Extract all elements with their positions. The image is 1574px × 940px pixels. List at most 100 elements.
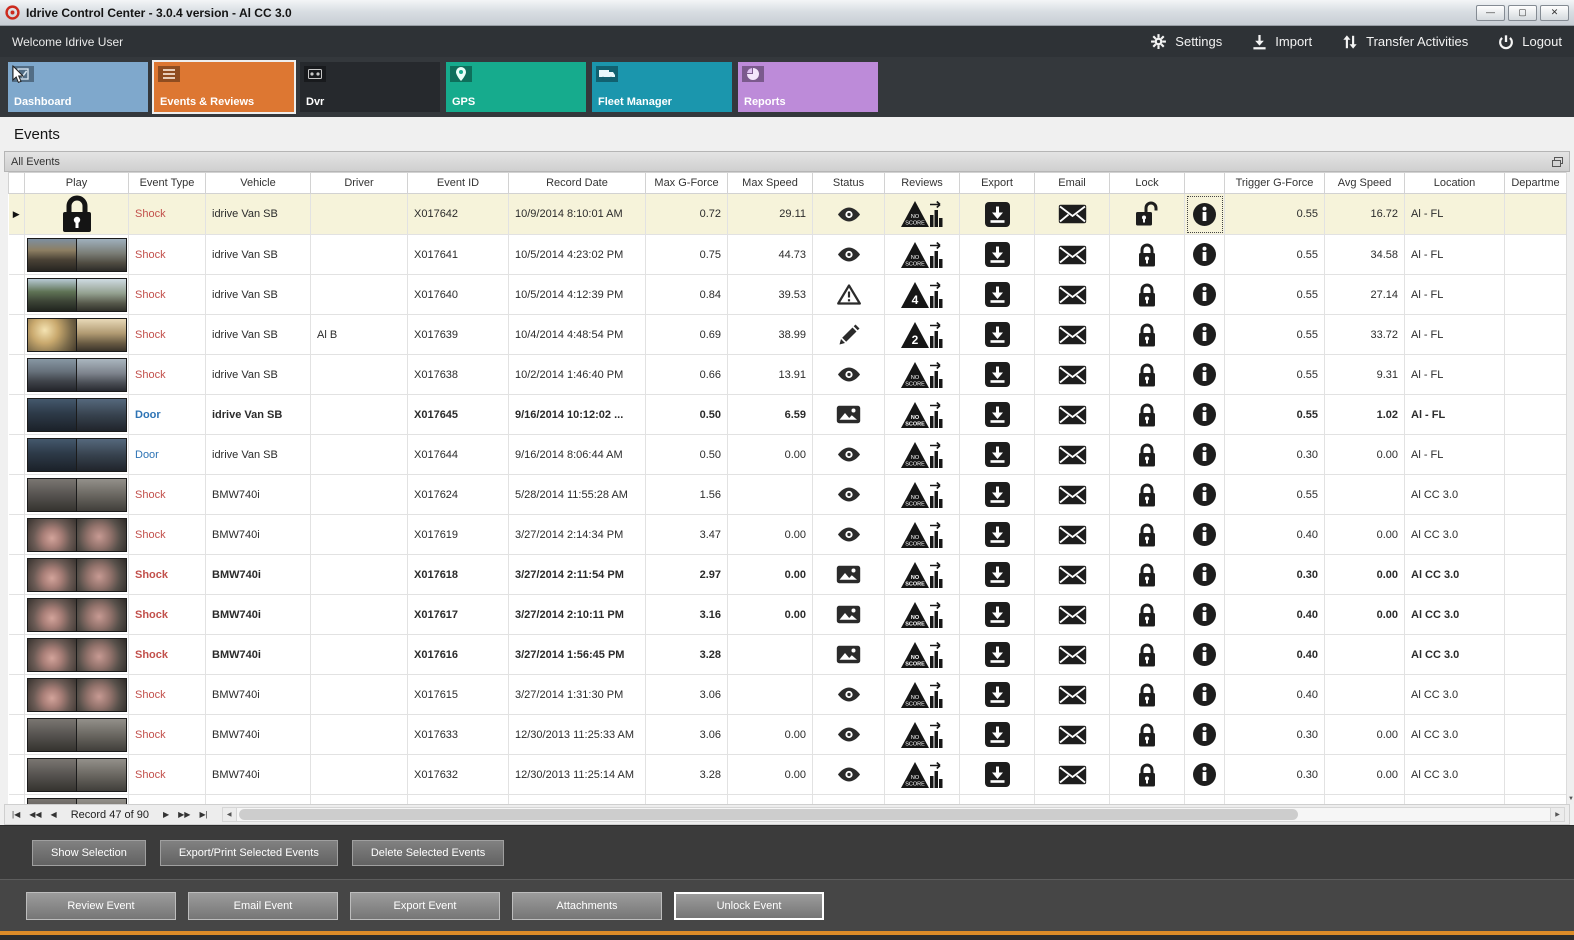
event-row[interactable]: Shock BMW740i X017616 3/27/2014 1:56:45 PM 3… [8, 634, 1567, 675]
reviews-cell[interactable]: NO SCORE [884, 394, 960, 435]
review-score-icon[interactable]: 4 [900, 280, 944, 310]
reviews-cell[interactable]: NO SCORE [884, 234, 960, 275]
image-icon[interactable] [836, 405, 861, 424]
play-cell[interactable] [24, 514, 129, 555]
reviews-cell[interactable]: NO SCORE [884, 354, 960, 395]
nav-tile-gps[interactable]: GPS [446, 62, 586, 112]
review-score-icon[interactable]: NO SCORE [900, 480, 944, 510]
column-header-event-id[interactable]: Event ID [407, 172, 509, 194]
reviews-cell[interactable]: NO SCORE [884, 754, 960, 795]
email-icon[interactable] [1058, 405, 1087, 425]
info-icon[interactable] [1192, 202, 1217, 227]
event-row[interactable]: Shock idrive Van SB X017640 10/5/2014 4:12:… [8, 274, 1567, 315]
email-icon[interactable] [1058, 605, 1087, 625]
email-icon[interactable] [1058, 565, 1087, 585]
image-icon[interactable] [836, 565, 861, 584]
transfer-button[interactable]: Transfer Activities [1342, 33, 1468, 50]
reviews-cell[interactable]: 2 [884, 314, 960, 355]
status-cell[interactable] [812, 474, 885, 515]
column-header-lock[interactable]: Lock [1109, 172, 1185, 194]
event-thumbnail[interactable] [26, 517, 127, 552]
lock-cell[interactable] [1109, 193, 1185, 235]
close-button[interactable]: ✕ [1540, 4, 1569, 21]
email-cell[interactable] [1034, 394, 1110, 435]
eye-icon[interactable] [837, 207, 861, 222]
review-score-icon[interactable]: NO SCORE [900, 360, 944, 390]
play-cell[interactable] [24, 193, 129, 235]
email-cell[interactable] [1034, 634, 1110, 675]
attachments-button[interactable]: Attachments [512, 891, 662, 920]
lock-cell[interactable] [1109, 314, 1185, 355]
show-selection-button[interactable]: Show Selection [32, 839, 146, 866]
export-icon[interactable] [984, 681, 1011, 708]
info-icon[interactable] [1192, 722, 1217, 747]
lock-cell[interactable] [1109, 674, 1185, 715]
lock-cell[interactable] [1109, 354, 1185, 395]
review-score-icon[interactable]: NO SCORE [900, 680, 944, 710]
status-cell[interactable] [812, 514, 885, 555]
lock-cell[interactable] [1109, 754, 1185, 795]
export-icon[interactable] [984, 401, 1011, 428]
lock-icon[interactable] [1137, 562, 1157, 588]
maximize-button[interactable]: ▢ [1508, 4, 1537, 21]
scrollbar-thumb[interactable] [238, 809, 1299, 820]
export-icon[interactable] [984, 641, 1011, 668]
info-cell[interactable] [1184, 674, 1225, 715]
eye-icon[interactable] [837, 767, 861, 782]
export-cell[interactable] [959, 234, 1035, 275]
column-header-max-speed[interactable]: Max Speed [727, 172, 813, 194]
export-icon[interactable] [984, 521, 1011, 548]
prev-page-button[interactable]: ◀◀ [26, 809, 44, 820]
lock-cell[interactable] [1109, 794, 1185, 804]
email-cell[interactable] [1034, 193, 1110, 235]
play-cell[interactable] [24, 274, 129, 315]
review-score-icon[interactable]: NO SCORE [900, 199, 944, 229]
event-row[interactable]: Shock BMW740i X017624 5/28/2014 11:55:28 AM… [8, 474, 1567, 515]
info-cell[interactable] [1184, 193, 1225, 235]
event-thumbnail[interactable] [26, 397, 127, 432]
next-record-button[interactable]: ▶ [160, 809, 172, 820]
email-cell[interactable] [1034, 554, 1110, 595]
export-icon[interactable] [984, 441, 1011, 468]
column-header-event-type[interactable]: Event Type [128, 172, 206, 194]
email-cell[interactable] [1034, 434, 1110, 475]
email-icon[interactable] [1058, 365, 1087, 385]
nav-tile-dashboard[interactable]: Dashboard [8, 62, 148, 112]
email-cell[interactable] [1034, 674, 1110, 715]
status-cell[interactable] [812, 314, 885, 355]
export-cell[interactable] [959, 794, 1035, 804]
reviews-cell[interactable]: NO SCORE [884, 594, 960, 635]
nav-tile-reports[interactable]: Reports [738, 62, 878, 112]
export-cell[interactable] [959, 474, 1035, 515]
info-icon[interactable] [1192, 602, 1217, 627]
reviews-cell[interactable]: NO SCORE [884, 434, 960, 475]
review-score-icon[interactable]: NO SCORE [900, 760, 944, 790]
export-cell[interactable] [959, 554, 1035, 595]
first-record-button[interactable]: |◀ [9, 809, 23, 820]
info-cell[interactable] [1184, 394, 1225, 435]
status-cell[interactable] [812, 434, 885, 475]
event-row[interactable]: Shock [8, 794, 1567, 804]
reviews-cell[interactable]: NO SCORE [884, 714, 960, 755]
reviews-cell[interactable]: NO SCORE [884, 193, 960, 235]
column-header-reviews[interactable]: Reviews [884, 172, 960, 194]
reviews-cell[interactable]: NO SCORE [884, 634, 960, 675]
lock-icon[interactable] [1137, 402, 1157, 428]
lock-icon[interactable] [1137, 482, 1157, 508]
export-cell[interactable] [959, 674, 1035, 715]
reviews-cell[interactable] [884, 794, 960, 804]
export-icon[interactable] [984, 601, 1011, 628]
event-thumbnail[interactable] [26, 597, 127, 632]
review-score-icon[interactable]: NO SCORE [900, 520, 944, 550]
play-cell[interactable] [24, 754, 129, 795]
email-icon[interactable] [1058, 685, 1087, 705]
info-cell[interactable] [1184, 554, 1225, 595]
status-cell[interactable] [812, 754, 885, 795]
lock-icon[interactable] [1137, 602, 1157, 628]
event-thumbnail[interactable] [26, 237, 127, 272]
event-row[interactable]: Shock idrive Van SB Al B X017639 10/4/2014 4… [8, 314, 1567, 355]
export-icon[interactable] [984, 481, 1011, 508]
email-cell[interactable] [1034, 234, 1110, 275]
horizontal-scrollbar[interactable]: ◀ ▶ [221, 807, 1565, 822]
export-print-selected-button[interactable]: Export/Print Selected Events [159, 839, 338, 866]
